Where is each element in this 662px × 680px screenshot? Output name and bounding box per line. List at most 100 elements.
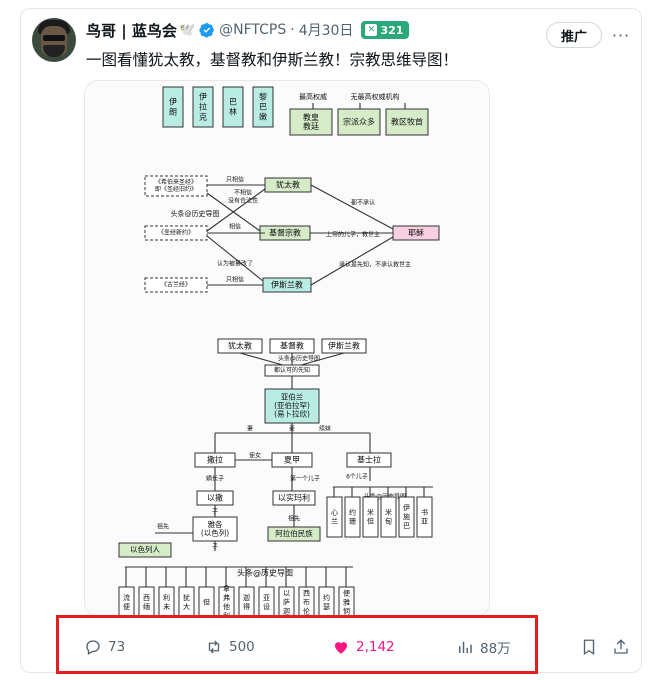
bookmark-button[interactable] <box>580 636 598 658</box>
authority-0-label: 教皇 <box>303 112 319 122</box>
tweet-text: 一图看懂犹太教，基督教和伊斯兰教！宗教思维导图！ <box>86 51 459 69</box>
edge-label: 妻 <box>247 425 253 433</box>
tribe-8-label: 以 <box>283 590 290 598</box>
views-button[interactable]: 88万 <box>456 636 511 658</box>
tribe-0-label: 流 <box>123 593 130 602</box>
son-ishmael-label: 以实玛利 <box>278 493 310 503</box>
post-date[interactable]: 4月30日 <box>299 20 354 40</box>
tribe-8-label: 迦 <box>283 607 290 616</box>
relation-label: 没有合法性 <box>228 197 258 205</box>
country-2-label: 林 <box>229 107 237 117</box>
share-button[interactable] <box>612 636 630 658</box>
tribe-6-label: 迦 <box>243 593 250 602</box>
relation-label: 只相信 <box>226 176 244 184</box>
child-keturah-label: 基士拉 <box>357 455 381 465</box>
jacob-label: (以色列) <box>201 527 229 537</box>
reply-count: 73 <box>108 639 126 655</box>
authority-label-none: 无最高权威机构 <box>351 92 400 101</box>
keturah-son-0-label: 兰 <box>331 517 338 526</box>
tribe-7-label: 设 <box>263 602 270 611</box>
badge-x-icon: ✕ <box>365 24 378 36</box>
tribe-8-label: 萨 <box>283 598 290 607</box>
tribe-10-label: 约 <box>323 593 330 602</box>
religion-judaism-label: 犹太教 <box>276 180 300 190</box>
edge-label: 6个儿子 <box>346 474 368 481</box>
display-name[interactable]: 鸟哥 | 蓝鸟会 <box>86 20 177 41</box>
country-1-label: 拉 <box>199 102 207 112</box>
relation-label: 不相信 <box>234 189 252 197</box>
country-3-label: 黎 <box>259 92 267 102</box>
tier2-1-label: 基督教 <box>280 341 304 351</box>
religion-islam-label: 伊斯兰教 <box>271 280 303 290</box>
relation-label: 相信 <box>229 223 241 231</box>
keturah-son-3-label: 甸 <box>385 517 392 526</box>
reply-icon <box>86 640 100 655</box>
child-sarah-label: 撒拉 <box>207 455 223 465</box>
tier2-2-label: 伊斯兰教 <box>328 341 360 351</box>
bird-emoji: 🕊️ <box>178 22 196 38</box>
badge-count: 321 <box>380 23 404 37</box>
keturah-son-4-label: 伊 <box>403 503 410 512</box>
tribe-9-label: 伦 <box>303 607 310 616</box>
edge-label: 第一个儿子 <box>290 475 320 483</box>
tribe-6-box <box>238 586 255 616</box>
tribe-9-label: 布 <box>303 598 310 607</box>
tribe-0-box <box>118 586 135 616</box>
authority-0-label: 教廷 <box>303 121 319 131</box>
country-1-label: 克 <box>199 113 207 122</box>
relation-label: 上帝的儿子，救世主 <box>326 231 380 239</box>
avatar[interactable] <box>32 18 76 62</box>
more-options-button[interactable]: ··· <box>608 22 634 48</box>
edge-label: 子 <box>212 509 218 516</box>
authority-2-label: 教区牧首 <box>391 117 423 127</box>
relation-label: 认为被篡改了 <box>217 260 253 268</box>
keturah-son-4-label: 施 <box>403 512 410 521</box>
son-isaac-label: 以撒 <box>207 493 223 503</box>
religion-mindmap: 伊朗伊拉克巴林黎巴嫩最高权威 无最高权威机构教皇教廷 宗派众多 教区牧首《希伯来圣经》… <box>118 86 440 617</box>
like-button[interactable]: 2,142 <box>332 636 395 658</box>
bookmark-icon <box>583 639 595 656</box>
scripture-2-label: 《古兰经》 <box>161 281 191 289</box>
keturah-son-1-label: 珊 <box>349 518 356 526</box>
keturah-son-2-label: 米 <box>367 508 374 517</box>
tribe-1-label: 缅 <box>143 602 150 611</box>
relation-label: 承认是先知，不承认救世主 <box>339 261 411 269</box>
tweet-media-mindmap[interactable]: 伊朗伊拉克巴林黎巴嫩最高权威 无最高权威机构 教皇 教廷 宗派众多 教区牧首 《希伯来圣经》… <box>84 80 490 617</box>
edge-label: 祖先 <box>157 523 169 531</box>
reply-button[interactable]: 73 <box>84 636 125 658</box>
tribe-11-label: 便 <box>343 589 350 598</box>
badge[interactable]: ✕ 321 <box>361 21 410 39</box>
jesus-label: 耶稣 <box>408 228 424 238</box>
tribe-7-box <box>258 586 275 616</box>
handle[interactable]: @NFTCPS <box>219 22 286 38</box>
repost-count: 500 <box>229 639 255 655</box>
scripture-0-label: 《希伯来圣经》 <box>155 178 197 186</box>
tribe-5-label: 他 <box>223 602 230 611</box>
country-3-label: 巴 <box>259 103 267 112</box>
tribe-5-label: 利 <box>223 611 230 617</box>
country-1-label: 伊 <box>199 92 207 102</box>
promote-button[interactable]: 推广 <box>546 22 602 48</box>
keturah-son-1-label: 约 <box>349 508 356 517</box>
country-2-label: 巴 <box>229 98 237 107</box>
authority-label-top: 最高权威 <box>299 92 327 101</box>
share-icon <box>614 639 628 654</box>
connector-line <box>206 235 264 282</box>
common-prophet-label: 都认可的先知 <box>274 366 310 374</box>
child-hagar-label: 夏甲 <box>284 456 300 465</box>
tribe-1-label: 西 <box>143 594 150 602</box>
repost-button[interactable]: 500 <box>205 636 255 658</box>
country-0-label: 朗 <box>169 107 177 117</box>
tribe-0-label: 便 <box>123 602 130 611</box>
scripture-0-label: 即《圣经旧约》 <box>155 185 197 193</box>
tribe-5-label: 弗 <box>223 593 230 602</box>
country-3-label: 嫩 <box>259 112 267 122</box>
connector-line <box>310 184 394 230</box>
tribe-10-box <box>318 586 335 616</box>
abraham-label: (易卜拉欣) <box>274 409 310 419</box>
keturah-son-0-label: 心 <box>331 509 338 517</box>
abraham-label: (亚伯拉罕) <box>274 400 310 410</box>
edge-label: 子 <box>212 544 218 551</box>
israelites-label: 以色列人 <box>130 544 160 554</box>
country-0-label: 伊 <box>169 97 177 107</box>
